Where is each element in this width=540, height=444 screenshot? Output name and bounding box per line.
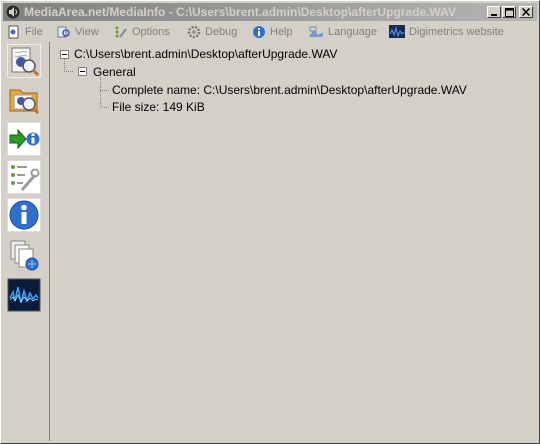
tree-connector xyxy=(100,107,110,108)
tree-root-file-path[interactable]: C:\Users\brent.admin\Desktop\afterUpgrad… xyxy=(74,47,337,61)
menu-view[interactable]: View xyxy=(57,24,99,39)
about-icon xyxy=(7,198,41,232)
open-folder-button[interactable] xyxy=(7,82,41,116)
tree-connector xyxy=(100,90,110,91)
language-icon xyxy=(309,26,323,37)
maximize-icon xyxy=(504,7,514,17)
export-button[interactable] xyxy=(7,122,41,156)
about-button[interactable] xyxy=(7,198,41,232)
digimetrics-icon xyxy=(389,25,405,38)
menu-help[interactable]: Help xyxy=(252,24,293,39)
export-icon xyxy=(7,122,41,156)
tree-collapse-root[interactable] xyxy=(60,50,69,59)
window-title: MediaArea.net/MediaInfo - C:\Users\brent… xyxy=(24,5,456,19)
check-updates-icon xyxy=(10,240,39,271)
mediainfo-window: MediaArea.net/MediaInfo - C:\Users\brent… xyxy=(0,0,540,444)
view-icon xyxy=(57,26,70,37)
check-updates-button[interactable] xyxy=(7,238,41,272)
menu-language[interactable]: Language xyxy=(308,24,377,39)
open-file-icon xyxy=(7,44,41,78)
menu-file[interactable]: File xyxy=(7,24,43,39)
mediainfo-app-icon xyxy=(6,5,20,19)
tree-field-complete-name[interactable]: Complete name: C:\Users\brent.admin\Desk… xyxy=(112,83,467,97)
close-icon xyxy=(522,8,530,16)
tree-connector xyxy=(64,71,74,72)
digimetrics-logo-icon xyxy=(7,278,41,312)
close-button[interactable] xyxy=(519,6,533,18)
tree-collapse-general[interactable] xyxy=(78,67,87,76)
open-file-button[interactable] xyxy=(7,44,41,78)
menu-bar: File View Options Debug Help Language Di… xyxy=(3,22,537,41)
digimetrics-logo-button[interactable] xyxy=(7,278,41,312)
maximize-button[interactable] xyxy=(502,6,516,18)
preferences-button[interactable] xyxy=(7,160,41,194)
tree-connector xyxy=(100,77,101,107)
tree-field-file-size[interactable]: File size: 149 KiB xyxy=(112,100,205,114)
menu-debug[interactable]: Debug xyxy=(187,24,237,39)
open-folder-icon xyxy=(9,89,40,115)
minimize-button[interactable] xyxy=(487,6,501,18)
menu-digimetrics-website[interactable]: Digimetrics website xyxy=(389,24,504,39)
menu-options[interactable]: Options xyxy=(114,24,170,39)
side-toolbar xyxy=(3,42,47,441)
title-bar[interactable]: MediaArea.net/MediaInfo - C:\Users\brent… xyxy=(3,3,537,21)
info-tree-view[interactable]: C:\Users\brent.admin\Desktop\afterUpgrad… xyxy=(49,42,537,441)
minimize-icon xyxy=(491,14,497,16)
debug-icon xyxy=(187,25,201,38)
preferences-icon xyxy=(7,160,41,194)
help-icon xyxy=(253,25,265,38)
options-icon xyxy=(115,26,127,38)
file-icon xyxy=(8,25,19,38)
